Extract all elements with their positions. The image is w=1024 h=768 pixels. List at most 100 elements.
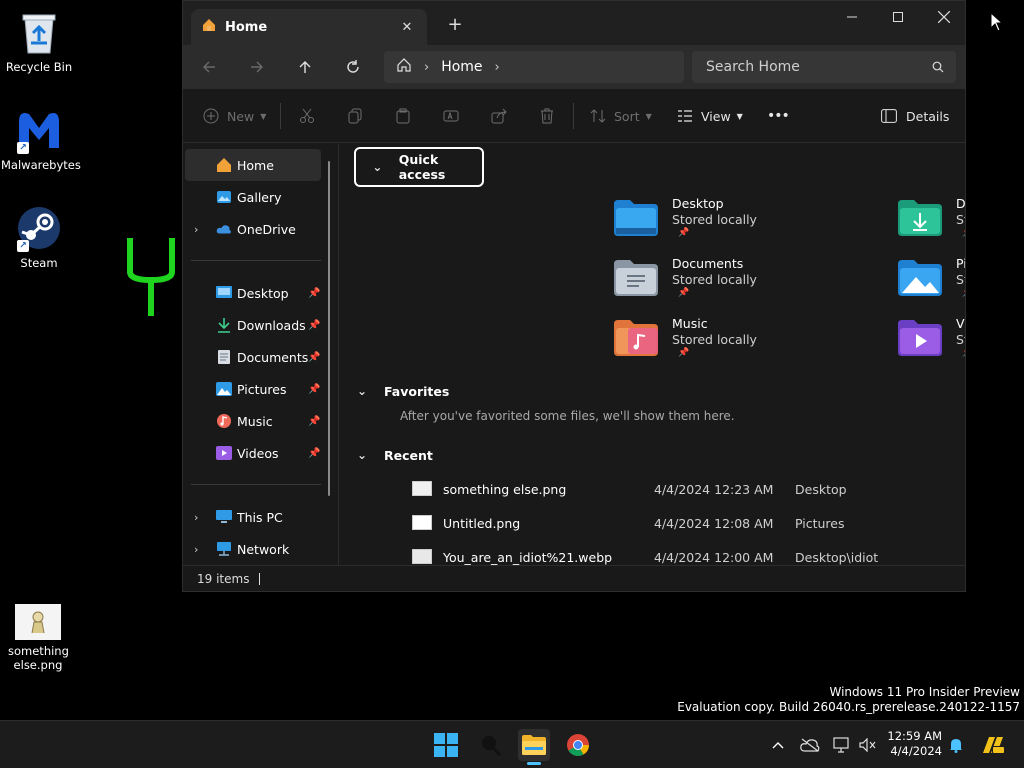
quick-access-header[interactable]: ⌄ Quick access [354, 147, 484, 187]
chevron-right-icon[interactable]: › [194, 511, 198, 524]
recent-row[interactable]: something else.png 4/4/2024 12:23 AM Des… [410, 475, 950, 503]
plus-circle-icon [203, 108, 219, 124]
sidebar-item-this-pc[interactable]: › This PC [185, 501, 321, 533]
onedrive-offline-icon[interactable] [800, 735, 820, 755]
maximize-icon[interactable] [875, 5, 921, 29]
sidebar-item-music[interactable]: Music 📌 [185, 405, 321, 437]
recent-file-location: Desktop\idiot [795, 550, 879, 565]
recent-header[interactable]: ⌄ Recent [354, 435, 433, 475]
quick-access-music[interactable]: Music Stored locally 📌 [614, 316, 894, 372]
notification-bell-icon[interactable] [946, 735, 966, 755]
desktop-icon-steam[interactable]: ↗ Steam [1, 204, 77, 270]
desktop-icon-something-else-png[interactable]: something else.png [0, 604, 76, 672]
recent-row[interactable]: Untitled.png 4/4/2024 12:08 AM Pictures [410, 509, 950, 537]
sidebar-item-label: Videos [237, 445, 279, 461]
quick-access-downloads[interactable]: Downloads Stored locally 📌 [898, 196, 965, 252]
insider-preview-badge-icon[interactable] [980, 735, 1006, 755]
pin-icon[interactable]: 📌 [308, 352, 320, 363]
chevron-right-icon[interactable]: › [424, 60, 429, 75]
sidebar-item-gallery[interactable]: Gallery [185, 181, 321, 213]
chevron-down-icon[interactable]: ⌄ [354, 448, 370, 462]
download-arrow-icon [216, 317, 232, 333]
details-button[interactable]: Details [881, 104, 949, 128]
breadcrumb[interactable]: › Home › [384, 51, 684, 83]
network-monitor-icon[interactable] [832, 735, 852, 755]
copy-icon[interactable] [347, 104, 363, 128]
view-button[interactable]: View ▼ [677, 104, 743, 128]
sidebar-item-downloads[interactable]: Downloads 📌 [185, 309, 321, 341]
watermark-line: Windows 11 Pro Insider Preview [829, 685, 1020, 699]
refresh-icon[interactable] [339, 55, 367, 79]
pin-icon[interactable]: 📌 [308, 288, 320, 299]
chevron-right-icon[interactable]: › [495, 60, 500, 75]
search-taskbar-button[interactable] [474, 729, 506, 761]
desktop-icon-recycle-bin[interactable]: Recycle Bin [1, 8, 77, 74]
volume-muted-icon[interactable] [858, 735, 878, 755]
tab-home[interactable]: Home ✕ [191, 9, 427, 45]
quick-access-pictures[interactable]: Pictures Stored locally 📌 [898, 256, 965, 312]
command-bar: New ▼ Sort ▼ View ▼ ••• Details [183, 89, 965, 143]
sidebar-item-home[interactable]: Home [185, 149, 321, 181]
quick-access-desktop[interactable]: Desktop Stored locally 📌 [614, 196, 894, 252]
search-box[interactable] [692, 51, 956, 83]
desktop-icon-malwarebytes[interactable]: ↗ Malwarebytes [1, 106, 81, 172]
sort-button[interactable]: Sort ▼ [590, 104, 652, 128]
pin-icon: 📌 [678, 348, 690, 358]
chevron-right-icon[interactable]: › [194, 223, 198, 236]
minimize-icon[interactable] [829, 5, 875, 29]
cut-icon[interactable] [299, 104, 315, 128]
up-arrow-icon[interactable] [291, 55, 319, 79]
close-tab-icon[interactable]: ✕ [397, 17, 417, 37]
quick-access-documents[interactable]: Documents Stored locally 📌 [614, 256, 894, 312]
sidebar-item-label: Network [237, 541, 290, 557]
sidebar-item-network[interactable]: › Network [185, 533, 321, 565]
paste-icon[interactable] [395, 104, 411, 128]
chevron-down-icon: ▼ [260, 111, 267, 121]
delete-icon[interactable] [539, 104, 555, 128]
file-explorer-taskbar-button[interactable] [518, 729, 550, 765]
sidebar-scrollbar[interactable] [328, 161, 330, 496]
show-hidden-icons-chevron-icon[interactable] [770, 735, 786, 755]
tile-name: Downloads [956, 196, 965, 211]
back-arrow-icon[interactable] [195, 55, 223, 79]
green-glyph-icon [124, 232, 178, 320]
pin-icon[interactable]: 📌 [308, 320, 320, 331]
pin-icon[interactable]: 📌 [308, 448, 320, 459]
quick-access-videos[interactable]: Videos Stored locally 📌 [898, 316, 965, 372]
chevron-down-icon[interactable]: ⌄ [354, 384, 370, 398]
home-outline-icon[interactable] [396, 57, 412, 77]
windows-watermark: Windows 11 Pro Insider Preview Evaluatio… [677, 685, 1020, 715]
chrome-taskbar-button[interactable] [562, 729, 594, 761]
start-button[interactable] [430, 729, 462, 761]
section-title: Quick access [398, 152, 446, 182]
sidebar-item-desktop[interactable]: Desktop 📌 [185, 277, 321, 309]
address-bar: › Home › [183, 45, 965, 89]
pin-icon[interactable]: 📌 [308, 416, 320, 427]
desktop-folder-icon [216, 285, 232, 301]
close-window-icon[interactable] [921, 5, 967, 29]
pin-icon[interactable]: 📌 [308, 384, 320, 395]
recent-row[interactable]: You_are_an_idiot%21.webp 4/4/2024 12:00 … [410, 543, 950, 567]
chevron-down-icon[interactable]: ⌄ [370, 160, 385, 174]
rename-icon[interactable] [443, 104, 459, 128]
system-clock[interactable]: 12:59 AM 4/4/2024 [884, 729, 942, 759]
recent-file-location: Pictures [795, 516, 845, 531]
more-options-button[interactable]: ••• [767, 104, 790, 128]
status-bar: 19 items [183, 565, 965, 591]
sidebar-item-documents[interactable]: Documents 📌 [185, 341, 321, 373]
search-input[interactable] [706, 59, 932, 75]
recent-file-name: Untitled.png [443, 516, 521, 531]
sidebar-item-videos[interactable]: Videos 📌 [185, 437, 321, 469]
navigation-pane: Home Gallery › OneDrive Desktop 📌 Downlo… [183, 144, 339, 567]
favorites-header[interactable]: ⌄ Favorites [354, 371, 449, 411]
chevron-right-icon[interactable]: › [194, 543, 198, 556]
share-icon[interactable] [491, 104, 507, 128]
new-tab-icon[interactable]: + [445, 15, 465, 35]
new-button[interactable]: New ▼ [203, 104, 266, 128]
forward-arrow-icon[interactable] [243, 55, 271, 79]
breadcrumb-current[interactable]: Home [441, 59, 482, 75]
sidebar-item-onedrive[interactable]: › OneDrive [185, 213, 321, 245]
sidebar-item-pictures[interactable]: Pictures 📌 [185, 373, 321, 405]
sidebar-item-label: Documents [237, 349, 309, 365]
search-icon[interactable] [932, 58, 944, 77]
